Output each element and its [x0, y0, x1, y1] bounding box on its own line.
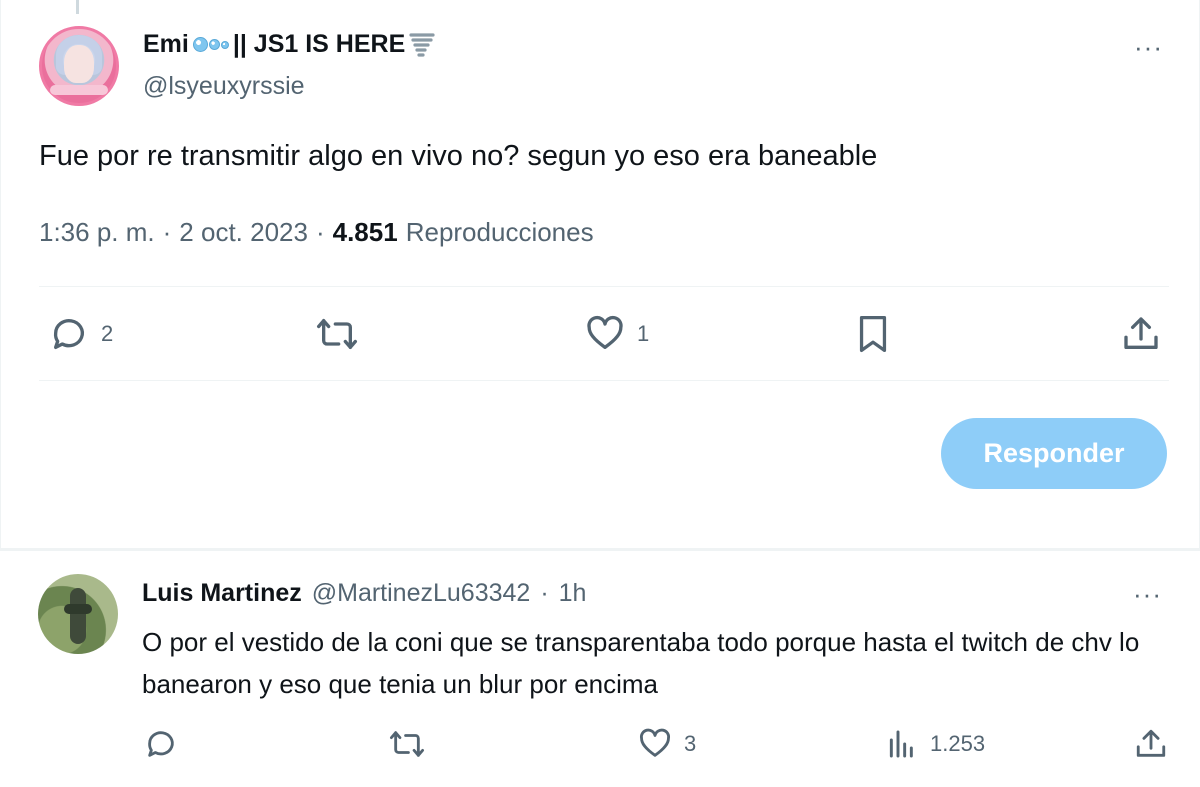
bookmark-icon	[859, 316, 887, 352]
tweet-date[interactable]: 2 oct. 2023	[179, 217, 308, 248]
like-count: 3	[684, 731, 697, 756]
avatar-band	[50, 85, 108, 95]
analytics-icon	[889, 730, 913, 758]
like-action[interactable]: 1	[585, 314, 649, 354]
meta-separator: ·	[315, 217, 325, 247]
reply-icon	[53, 319, 84, 349]
retweet-action[interactable]	[388, 727, 438, 761]
divider	[39, 380, 1169, 381]
like-icon	[587, 315, 623, 349]
more-options-button[interactable]: ···	[1134, 32, 1163, 63]
tweet-time[interactable]: 1h	[559, 579, 587, 608]
bookmark-action[interactable]	[855, 314, 891, 354]
meta-separator: ·	[540, 579, 549, 607]
views-count: 1.253	[930, 731, 986, 756]
avatar[interactable]	[39, 26, 119, 106]
retweet-icon	[389, 731, 424, 757]
avatar[interactable]	[38, 574, 118, 654]
display-name-suffix[interactable]: || JS1 IS HERE	[233, 30, 405, 59]
avatar-figure-arms	[64, 604, 92, 614]
reply-submit-button[interactable]: Responder	[941, 418, 1167, 489]
divider	[39, 286, 1169, 287]
display-name[interactable]: Emi || JS1 IS HERE	[143, 30, 435, 59]
reply-icon	[148, 731, 174, 757]
meta-separator: ·	[162, 217, 172, 247]
tweet-text: O por el vestido de la coni que se trans…	[142, 627, 1140, 699]
tornado-icon	[409, 32, 435, 57]
views-count: 4.851	[332, 217, 398, 247]
retweet-action[interactable]	[315, 314, 371, 354]
avatar-face	[64, 45, 94, 83]
share-icon	[1124, 317, 1158, 349]
reply-header: Luis Martinez @MartinezLu63342 · 1h	[142, 579, 586, 608]
retweet-icon	[316, 319, 357, 349]
reply-tweet: Luis Martinez @MartinezLu63342 · 1h ··· …	[0, 551, 1200, 787]
main-tweet: Emi || JS1 IS HERE @lsyeuxyrssie ··· Fue…	[0, 0, 1200, 548]
display-name-text[interactable]: Emi	[143, 30, 189, 59]
analytics-action[interactable]: 1.253	[886, 727, 985, 761]
tweet-meta: 1:36 p. m. · 2 oct. 2023 · 4.851 Reprodu…	[39, 217, 594, 248]
avatar-figure	[70, 588, 86, 644]
more-options-button[interactable]: ···	[1133, 579, 1162, 610]
like-count: 1	[637, 321, 650, 346]
reply-count: 2	[101, 321, 114, 346]
tweet-text: Fue por re transmitir algo en vivo no? s…	[39, 140, 878, 172]
like-action[interactable]: 3	[638, 727, 696, 761]
user-handle[interactable]: @lsyeuxyrssie	[143, 72, 305, 101]
reply-action[interactable]	[144, 727, 190, 761]
bubble-icon	[192, 37, 229, 52]
user-handle[interactable]: @MartinezLu63342	[312, 579, 531, 608]
share-action[interactable]	[1121, 314, 1161, 354]
share-action[interactable]	[1134, 727, 1168, 761]
like-icon	[640, 728, 670, 757]
reply-action[interactable]: 2	[49, 314, 113, 354]
views-label: Reproducciones	[405, 217, 594, 247]
share-icon	[1136, 729, 1166, 757]
tweet-time[interactable]: 1:36 p. m.	[39, 217, 155, 248]
display-name[interactable]: Luis Martinez	[142, 579, 302, 608]
